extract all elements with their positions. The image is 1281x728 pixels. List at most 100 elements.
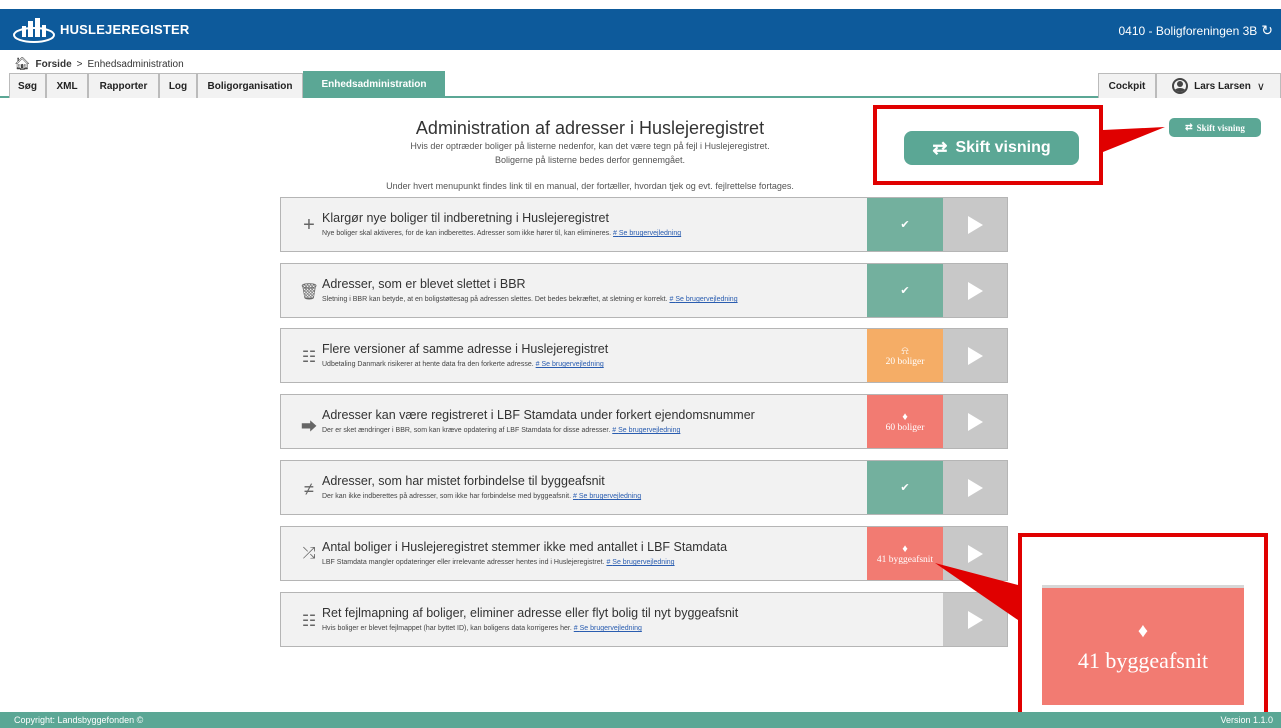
tab-log[interactable]: Log <box>159 73 197 98</box>
row-title: Adresser, som har mistet forbindelse til… <box>322 474 605 488</box>
row-title: Ret fejlmapning af boliger, eliminer adr… <box>322 606 739 620</box>
tab-sog[interactable]: Søg <box>9 73 46 98</box>
user-guide-link[interactable]: # Se brugervejledning <box>573 493 641 500</box>
refresh-icon[interactable]: ↻ <box>1261 22 1273 39</box>
callout-switch-view: ⇄ Skift visning <box>873 105 1103 185</box>
plus-icon: + <box>303 214 315 236</box>
open-button[interactable] <box>943 329 1007 382</box>
breadcrumb-home[interactable]: Forside <box>36 59 72 70</box>
play-icon <box>967 412 983 431</box>
share-icon: ⮕ <box>300 419 317 436</box>
row-description: Udbetaling Danmark risikerer at hente da… <box>322 361 604 368</box>
status-count: 41 byggeafsnit <box>876 554 934 565</box>
user-guide-link[interactable]: # Se brugervejledning <box>612 427 680 434</box>
menu-row-new-homes: + Klargør nye boliger til indberetning i… <box>280 197 1008 252</box>
status-error[interactable]: ♦ 41 byggeafsnit <box>867 527 943 580</box>
row-description: Hvis boliger er blevet fejlmappet (har b… <box>322 625 642 632</box>
menu-row-fix-mapping: ☷ Ret fejlmapning af boliger, eliminer a… <box>280 592 1008 647</box>
play-icon <box>967 544 983 563</box>
main-tabs: Søg XML Rapporter Log Boligorganisation … <box>0 71 1281 98</box>
user-guide-link[interactable]: # Se brugervejledning <box>606 559 674 566</box>
version: Version 1.1.0 <box>1220 715 1273 725</box>
row-description: Der kan ikke indberettes på adresser, so… <box>322 493 642 500</box>
play-icon <box>967 478 983 497</box>
open-button[interactable] <box>943 593 1007 646</box>
shuffle-icon: ⤮ <box>302 545 316 562</box>
swap-icon: ⇄ <box>1185 122 1193 132</box>
signpost-icon: ≠ <box>304 479 314 499</box>
app-logo[interactable]: HUSLEJEREGISTER <box>12 12 189 47</box>
play-icon <box>967 281 983 300</box>
switch-view-button[interactable]: ⇄ Skift visning <box>1169 118 1261 137</box>
row-description: Nye boliger skal aktiveres, for de kan i… <box>322 230 682 237</box>
row-description: LBF Stamdata mangler opdateringer eller … <box>322 559 675 566</box>
status-count: 20 boliger <box>885 356 925 367</box>
row-title: Adresser, som er blevet slettet i BBR <box>322 277 526 291</box>
menu-row-count-mismatch: ⤮ Antal boliger i Huslejeregistret stemm… <box>280 526 1008 581</box>
user-guide-link[interactable]: # Se brugervejledning <box>669 296 737 303</box>
row-title: Antal boliger i Huslejeregistret stemmer… <box>322 540 728 554</box>
tab-xml[interactable]: XML <box>46 73 88 98</box>
breadcrumb: 🏠︎ Forside > Enhedsadministration <box>14 56 184 72</box>
status-ok: ✔ <box>867 198 943 251</box>
switch-view-button-zoomed[interactable]: ⇄ Skift visning <box>904 131 1079 165</box>
organization-label: 0410 - Boligforeningen 3B <box>1118 23 1258 38</box>
menu-row-lost-connection: ≠ Adresser, som har mistet forbindelse t… <box>280 460 1008 515</box>
row-description: Der er sket ændringer i BBR, som kan kræ… <box>322 427 681 434</box>
home-icon[interactable]: 🏠︎ <box>14 56 31 72</box>
tab-enhedsadministration[interactable]: Enhedsadministration <box>303 71 445 96</box>
open-button[interactable] <box>943 198 1007 251</box>
open-button[interactable] <box>943 527 1007 580</box>
status-warning[interactable]: ⍾ 20 boliger <box>867 329 943 382</box>
header-bar <box>0 9 1281 50</box>
breadcrumb-separator: > <box>76 58 83 70</box>
checkmark-icon: ✔ <box>900 218 910 231</box>
tab-cockpit[interactable]: Cockpit <box>1098 73 1156 98</box>
user-guide-link[interactable]: # Se brugervejledning <box>574 625 642 632</box>
row-title: Adresser kan være registreret i LBF Stam… <box>322 408 755 422</box>
status-error-zoomed: ♦ 41 byggeafsnit <box>1042 585 1244 705</box>
fire-icon: ♦ <box>1137 619 1149 642</box>
open-button[interactable] <box>943 264 1007 317</box>
menu-row-deleted-bbr: 🗑︎ Adresser, som er blevet slettet i BBR… <box>280 263 1008 318</box>
logo-icon <box>13 17 55 43</box>
play-icon <box>967 215 983 234</box>
user-menu[interactable]: Lars Larsen ∨ <box>1156 73 1281 98</box>
top-header: HUSLEJEREGISTER 0410 - Boligforeningen 3… <box>0 0 1281 53</box>
open-button[interactable] <box>943 461 1007 514</box>
status-ok: ✔ <box>867 264 943 317</box>
breadcrumb-current: Enhedsadministration <box>87 58 184 70</box>
trash-icon: 🗑︎ <box>299 284 320 301</box>
sliders-icon: ☷ <box>301 613 317 630</box>
switch-view-label: Skift visning <box>955 139 1051 156</box>
checkmark-icon: ✔ <box>900 284 910 297</box>
user-guide-link[interactable]: # Se brugervejledning <box>536 361 604 368</box>
user-guide-link[interactable]: # Se brugervejledning <box>613 230 681 237</box>
menu-row-multiple-versions: ☷ Flere versioner af samme adresse i Hus… <box>280 328 1008 383</box>
tab-rapporter[interactable]: Rapporter <box>88 73 159 98</box>
bell-icon: ⍾ <box>901 344 909 357</box>
status-ok: ✔ <box>867 461 943 514</box>
play-icon <box>967 346 983 365</box>
checkmark-icon: ✔ <box>900 481 910 494</box>
user-name: Lars Larsen <box>1194 80 1251 92</box>
footer: Copyright: Landsbyggefonden © Version 1.… <box>0 712 1281 728</box>
row-description: Sletning i BBR kan betyde, at en boligst… <box>322 296 738 303</box>
fire-icon: ♦ <box>902 542 908 555</box>
status-count: 60 boliger <box>885 422 925 433</box>
organization-selector[interactable]: 0410 - Boligforeningen 3B ↻ <box>1118 22 1273 39</box>
user-avatar-icon <box>1172 78 1189 94</box>
switch-view-label: Skift visning <box>1196 122 1245 133</box>
status-error[interactable]: ♦ 60 boliger <box>867 395 943 448</box>
row-title: Flere versioner af samme adresse i Husle… <box>322 342 609 356</box>
open-button[interactable] <box>943 395 1007 448</box>
app-name: HUSLEJEREGISTER <box>60 22 190 37</box>
row-title: Klargør nye boliger til indberetning i H… <box>322 211 609 225</box>
swap-icon: ⇄ <box>932 137 948 158</box>
callout-status-zoom: ♦ 41 byggeafsnit <box>1018 533 1268 720</box>
play-icon <box>967 610 983 629</box>
chevron-down-icon: ∨ <box>1256 80 1265 93</box>
copyright: Copyright: Landsbyggefonden © <box>14 715 144 725</box>
fire-icon: ♦ <box>902 410 908 423</box>
tab-boligorganisation[interactable]: Boligorganisation <box>197 73 303 98</box>
